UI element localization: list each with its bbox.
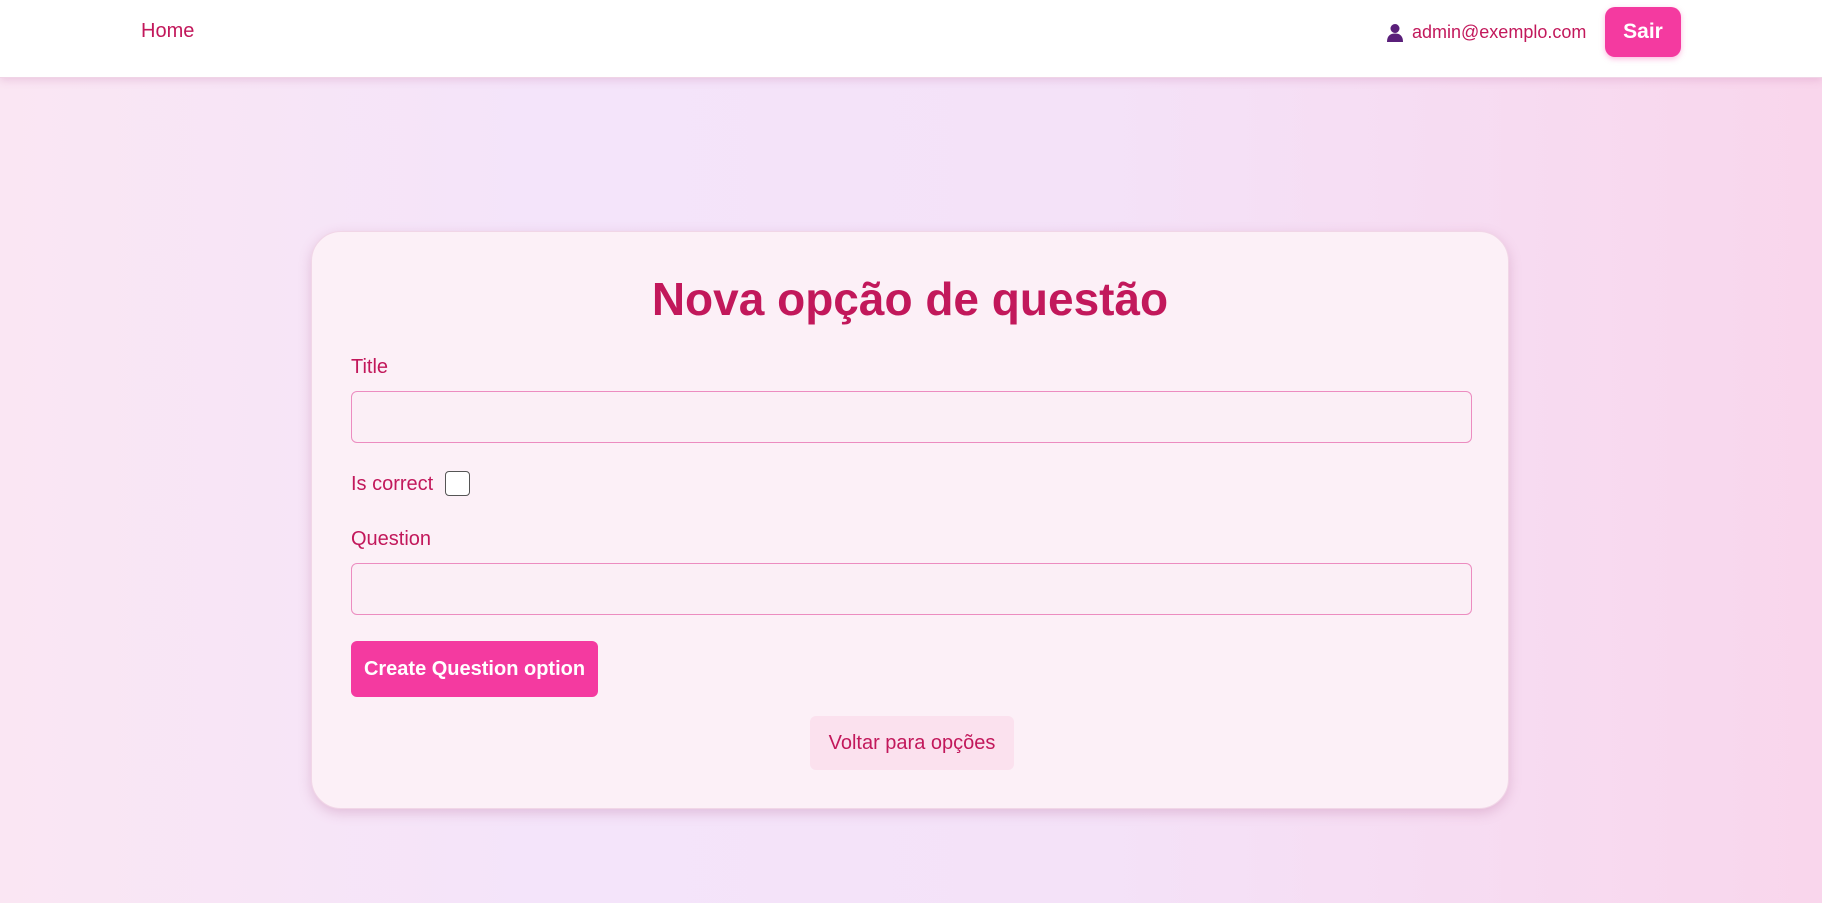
logout-button[interactable]: Sair bbox=[1605, 7, 1681, 57]
title-input[interactable] bbox=[351, 391, 1472, 443]
user-email: admin@exemplo.com bbox=[1412, 22, 1587, 42]
page-title: Nova opção de questão bbox=[651, 273, 1169, 325]
user-icon bbox=[1387, 23, 1403, 42]
form-card: Nova opção de questão Title Is correct Q… bbox=[311, 231, 1509, 809]
home-link[interactable]: Home bbox=[141, 20, 194, 43]
question-input[interactable] bbox=[351, 563, 1472, 615]
is-correct-checkbox[interactable] bbox=[445, 471, 470, 496]
top-navbar: Home admin@exemplo.com Sair bbox=[0, 0, 1822, 78]
question-label: Question bbox=[351, 528, 432, 550]
is-correct-label: Is correct bbox=[351, 473, 434, 495]
create-question-option-button[interactable]: Create Question option bbox=[351, 641, 598, 697]
user-info: admin@exemplo.com bbox=[1386, 22, 1586, 43]
title-label: Title bbox=[351, 356, 389, 378]
back-to-options-link[interactable]: Voltar para opções bbox=[810, 716, 1014, 770]
